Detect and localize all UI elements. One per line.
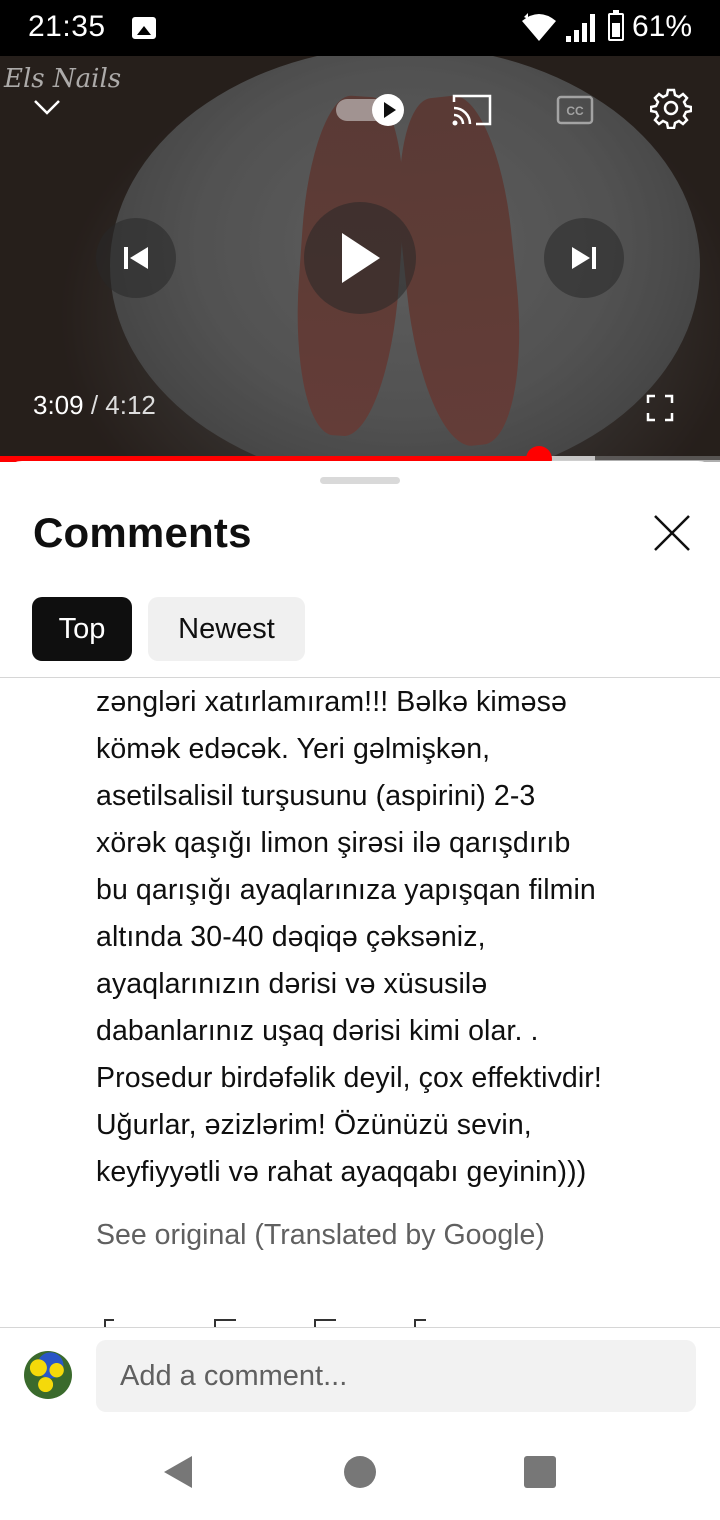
- battery-icon: [607, 10, 624, 41]
- closed-captions-icon[interactable]: CC: [556, 94, 594, 126]
- settings-icon[interactable]: [650, 87, 692, 129]
- back-icon[interactable]: [162, 1454, 194, 1490]
- recents-icon[interactable]: [524, 1456, 556, 1488]
- previous-icon: [124, 247, 148, 269]
- avatar[interactable]: [24, 1351, 72, 1399]
- add-comment-input[interactable]: Add a comment...: [96, 1340, 696, 1412]
- comment-line: ayaqlarınızın dərisi və xüsusilə: [96, 968, 488, 1000]
- comment-line: kömək edəcək. Yeri gəlmişkən,: [96, 733, 491, 765]
- panel-title: Comments: [33, 509, 252, 556]
- drag-handle[interactable]: [320, 477, 400, 484]
- next-button[interactable]: [544, 218, 624, 298]
- time-readout: 3:09 / 4:12: [33, 390, 156, 421]
- comment-lines: zəngləri xatırlamıram!!! Bəlkə kiməsə köm…: [96, 679, 696, 1196]
- comment-line: asetilsalisil turşusunu (aspirini) 2-3: [96, 780, 536, 812]
- home-icon[interactable]: [344, 1456, 376, 1488]
- signal-icon: [565, 14, 595, 42]
- comment-line: altında 30-40 dəqiqə çəksəniz,: [96, 921, 486, 953]
- comment-text: zəngləri xatırlamıram!!! Bəlkə kiməsə köm…: [96, 679, 696, 1271]
- comment-line: Uğurlar, əzizlərim! Özünüzü sevin,: [96, 1109, 532, 1141]
- status-time: 21:35: [28, 10, 106, 43]
- status-indicators: 61%: [520, 10, 692, 44]
- comment-line: xörək qaşığı limon şirəsi ilə qarışdırıb: [96, 827, 571, 859]
- next-icon: [572, 247, 596, 269]
- see-original-link[interactable]: See original (Translated by Google): [96, 1219, 545, 1252]
- comment-line: Prosedur birdəfəlik deyil, çox effektivd…: [96, 1062, 602, 1094]
- comment-line: dabanlarınız uşaq dərisi kimi olar. .: [96, 1015, 539, 1047]
- like-icon[interactable]: [104, 1319, 114, 1327]
- comments-panel: Comments Top Newest zəngləri xatırlamıra…: [0, 461, 720, 1520]
- play-button[interactable]: [304, 202, 416, 314]
- previous-button[interactable]: [96, 218, 176, 298]
- creator-heart-icon: [414, 1319, 426, 1327]
- autoplay-toggle[interactable]: [336, 94, 410, 126]
- current-time: 3:09: [33, 390, 84, 420]
- reply-icon[interactable]: [314, 1319, 336, 1327]
- chevron-down-icon[interactable]: [32, 94, 62, 118]
- time-separator: /: [83, 390, 106, 420]
- comment-actions-partial: [96, 1319, 456, 1327]
- comment-line: bu qarışığı ayaqlarınıza yapışqan filmin: [96, 874, 596, 906]
- play-icon: [342, 233, 380, 283]
- cast-icon[interactable]: [450, 92, 494, 128]
- battery-percent: 61%: [631, 10, 692, 43]
- comment-line: keyfiyyətli və rahat ayaqqabı geyinin))): [96, 1156, 587, 1188]
- header-divider: [0, 677, 720, 678]
- status-bar: 21:35 61%: [0, 0, 720, 56]
- wifi-icon: [521, 13, 556, 41]
- composer-divider: [0, 1327, 720, 1328]
- fullscreen-icon[interactable]: [646, 394, 674, 422]
- close-icon[interactable]: [652, 513, 692, 553]
- chip-newest[interactable]: Newest: [148, 597, 305, 661]
- dislike-icon[interactable]: [214, 1319, 236, 1327]
- chip-top[interactable]: Top: [32, 597, 132, 661]
- image-icon: [132, 17, 156, 39]
- comment-line: zəngləri xatırlamıram!!! Bəlkə kiməsə: [96, 686, 567, 718]
- video-player[interactable]: Els Nails CC 3:09 / 4:12: [0, 56, 720, 460]
- svg-text:CC: CC: [566, 104, 584, 118]
- channel-watermark: Els Nails: [4, 64, 122, 94]
- duration: 4:12: [105, 390, 156, 420]
